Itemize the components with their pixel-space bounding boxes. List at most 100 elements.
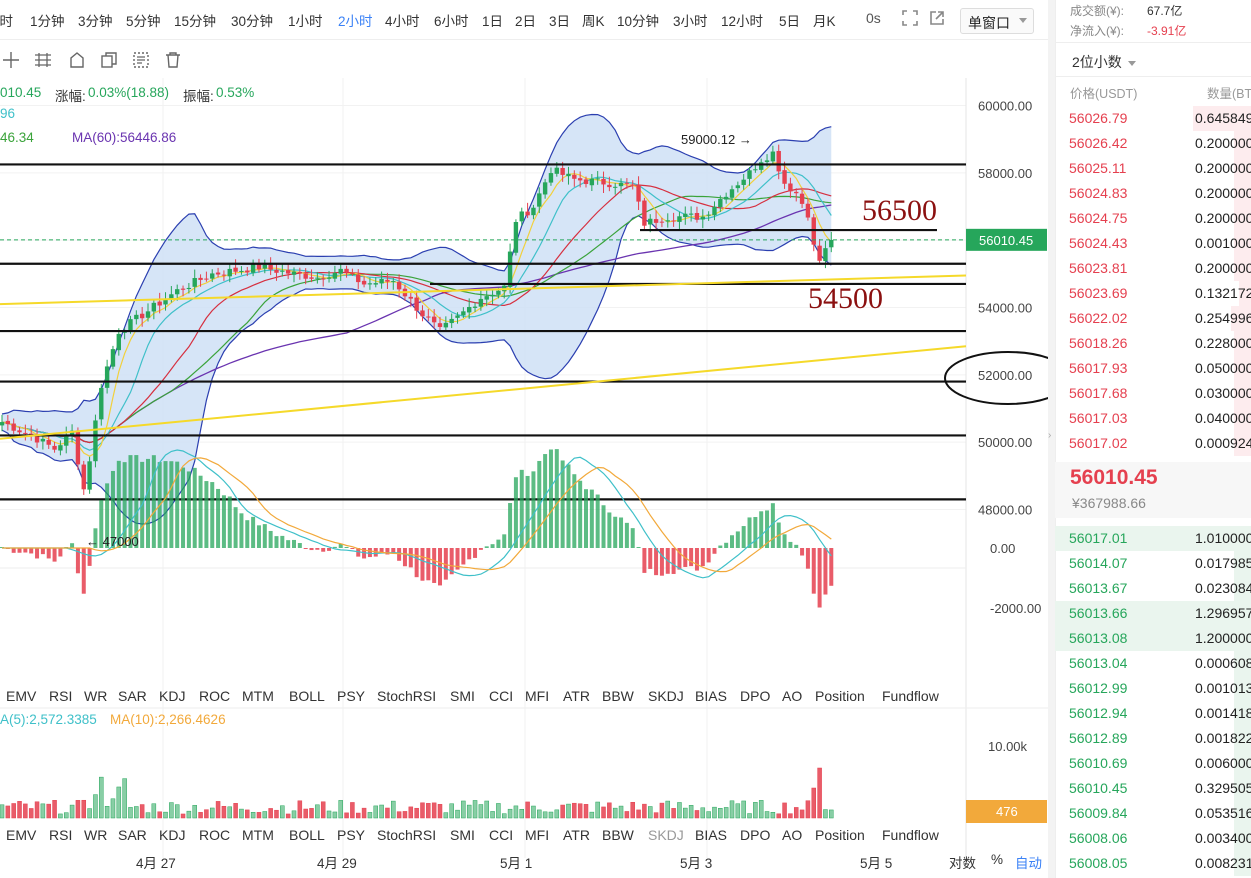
indicator-tab-MTM[interactable]: MTM <box>242 688 274 704</box>
ask-row[interactable]: 56017.93 0.050000 <box>1055 356 1251 381</box>
window-mode-select[interactable]: 单窗口 <box>960 8 1034 34</box>
indicator-tab-Position[interactable]: Position <box>815 827 865 843</box>
period-3日[interactable]: 3日 <box>549 10 570 30</box>
ask-row[interactable]: 56017.02 0.000924 <box>1055 431 1251 456</box>
period-10分钟[interactable]: 10分钟 <box>617 10 659 30</box>
fullscreen-icon[interactable] <box>900 9 920 29</box>
indicator-tab-SMI[interactable]: SMI <box>450 827 475 843</box>
indicator-tab-SAR[interactable]: SAR <box>118 688 147 704</box>
ask-row[interactable]: 56026.79 0.645849 <box>1055 106 1251 131</box>
save-layout-icon[interactable] <box>68 51 86 69</box>
indicator-tab-AO[interactable]: AO <box>782 827 802 843</box>
indicator-tab-ATR[interactable]: ATR <box>563 827 590 843</box>
indicator-tab-Fundflow[interactable]: Fundflow <box>882 827 939 843</box>
crosshair-icon[interactable] <box>2 51 20 69</box>
main-chart[interactable]: 60000.0058000.0056000.0054000.0052000.00… <box>0 78 1048 878</box>
indicator-tab-Position[interactable]: Position <box>815 688 865 704</box>
period-15分钟[interactable]: 15分钟 <box>174 10 216 30</box>
bid-row[interactable]: 56013.08 1.200000 <box>1055 626 1251 651</box>
indicator-tab-SKDJ[interactable]: SKDJ <box>648 827 684 843</box>
copy-icon[interactable] <box>100 51 118 69</box>
indicator-tab-PSY[interactable]: PSY <box>337 827 365 843</box>
period-1日[interactable]: 1日 <box>482 10 503 30</box>
indicator-tab-KDJ[interactable]: KDJ <box>159 827 185 843</box>
bid-row[interactable]: 56009.84 0.053516 <box>1055 801 1251 826</box>
bid-row[interactable]: 56012.99 0.001013 <box>1055 676 1251 701</box>
pop-out-icon[interactable] <box>927 9 947 29</box>
indicator-tab-Fundflow[interactable]: Fundflow <box>882 688 939 704</box>
bid-row[interactable]: 56013.66 1.296957 <box>1055 601 1251 626</box>
delete-icon[interactable] <box>164 51 182 69</box>
indicator-tab-DPO[interactable]: DPO <box>740 827 770 843</box>
bid-row[interactable]: 56014.07 0.017985 <box>1055 551 1251 576</box>
indicator-tab-CCI[interactable]: CCI <box>489 827 513 843</box>
indicator-tab-BOLL[interactable]: BOLL <box>289 827 325 843</box>
bid-row[interactable]: 56012.94 0.001418 <box>1055 701 1251 726</box>
draw-tool-icon[interactable] <box>132 51 150 69</box>
indicator-tab-CCI[interactable]: CCI <box>489 688 513 704</box>
indicator-tab-SKDJ[interactable]: SKDJ <box>648 688 684 704</box>
indicator-tab-AO[interactable]: AO <box>782 688 802 704</box>
indicator-tab-ROC[interactable]: ROC <box>199 827 230 843</box>
indicator-tab-BIAS[interactable]: BIAS <box>695 827 727 843</box>
indicator-tab-BBW[interactable]: BBW <box>602 688 634 704</box>
period-3小时[interactable]: 3小时 <box>673 10 708 30</box>
period-月K[interactable]: 月K <box>813 10 836 30</box>
auto-scale-toggle[interactable]: 自动 <box>1015 852 1042 872</box>
indicator-tab-KDJ[interactable]: KDJ <box>159 688 185 704</box>
percent-scale-toggle[interactable]: % <box>991 852 1003 867</box>
indicator-tab-MTM[interactable]: MTM <box>242 827 274 843</box>
indicator-tab-MFI[interactable]: MFI <box>525 688 549 704</box>
ask-row[interactable]: 56023.81 0.200000 <box>1055 256 1251 281</box>
bid-row[interactable]: 56012.89 0.001822 <box>1055 726 1251 751</box>
ask-row[interactable]: 56026.42 0.200000 <box>1055 131 1251 156</box>
indicator-tab-EMV[interactable]: EMV <box>6 827 36 843</box>
indicator-tab-MFI[interactable]: MFI <box>525 827 549 843</box>
period-1小时[interactable]: 1小时 <box>288 10 323 30</box>
ask-row[interactable]: 56022.02 0.254996 <box>1055 306 1251 331</box>
indicator-tab-RSI[interactable]: RSI <box>49 688 72 704</box>
indicator-tab-SAR[interactable]: SAR <box>118 827 147 843</box>
period-周K[interactable]: 周K <box>582 10 605 30</box>
indicator-tab-StochRSI[interactable]: StochRSI <box>377 688 436 704</box>
period-分时[interactable]: 分时 <box>0 10 13 30</box>
indicator-tab-BIAS[interactable]: BIAS <box>695 688 727 704</box>
ask-row[interactable]: 56024.43 0.001000 <box>1055 231 1251 256</box>
bid-row[interactable]: 56008.06 0.003400 <box>1055 826 1251 851</box>
log-scale-toggle[interactable]: 对数 <box>949 852 976 872</box>
indicator-tab-RSI[interactable]: RSI <box>49 827 72 843</box>
period-3分钟[interactable]: 3分钟 <box>78 10 113 30</box>
bid-row[interactable]: 56017.01 1.010000 <box>1055 526 1251 551</box>
ask-row[interactable]: 56017.03 0.040000 <box>1055 406 1251 431</box>
indicator-tab-WR[interactable]: WR <box>84 827 107 843</box>
period-5日[interactable]: 5日 <box>779 10 800 30</box>
bid-row[interactable]: 56010.45 0.329505 <box>1055 776 1251 801</box>
period-4小时[interactable]: 4小时 <box>385 10 420 30</box>
indicator-tab-SMI[interactable]: SMI <box>450 688 475 704</box>
indicator-tab-EMV[interactable]: EMV <box>6 688 36 704</box>
indicator-tab-DPO[interactable]: DPO <box>740 688 770 704</box>
indicator-tab-ROC[interactable]: ROC <box>199 688 230 704</box>
ask-row[interactable]: 56017.68 0.030000 <box>1055 381 1251 406</box>
fibonacci-icon[interactable] <box>34 51 52 69</box>
period-30分钟[interactable]: 30分钟 <box>231 10 273 30</box>
indicator-tab-PSY[interactable]: PSY <box>337 688 365 704</box>
indicator-tab-StochRSI[interactable]: StochRSI <box>377 827 436 843</box>
ask-row[interactable]: 56024.83 0.200000 <box>1055 181 1251 206</box>
precision-select[interactable]: 2位小数 <box>1072 52 1136 72</box>
indicator-tab-ATR[interactable]: ATR <box>563 688 590 704</box>
period-1分钟[interactable]: 1分钟 <box>30 10 65 30</box>
bid-row[interactable]: 56008.05 0.008231 <box>1055 851 1251 876</box>
period-6小时[interactable]: 6小时 <box>434 10 469 30</box>
ask-row[interactable]: 56025.11 0.200000 <box>1055 156 1251 181</box>
period-2日[interactable]: 2日 <box>515 10 536 30</box>
indicator-tab-BOLL[interactable]: BOLL <box>289 688 325 704</box>
period-12小时[interactable]: 12小时 <box>721 10 763 30</box>
ask-row[interactable]: 56024.75 0.200000 <box>1055 206 1251 231</box>
indicator-tab-BBW[interactable]: BBW <box>602 827 634 843</box>
bid-row[interactable]: 56013.04 0.000608 <box>1055 651 1251 676</box>
bid-row[interactable]: 56010.69 0.006000 <box>1055 751 1251 776</box>
period-2小时[interactable]: 2小时 <box>338 10 373 30</box>
bid-row[interactable]: 56013.67 0.023084 <box>1055 576 1251 601</box>
ask-row[interactable]: 56023.69 0.132172 <box>1055 281 1251 306</box>
